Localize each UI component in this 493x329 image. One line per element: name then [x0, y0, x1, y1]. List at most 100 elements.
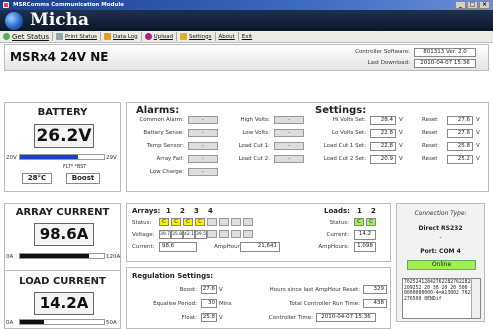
reset-label: Reset: [422, 143, 438, 149]
array-voltage-empty: [231, 230, 241, 238]
load-status-indicator: C: [366, 218, 376, 226]
setting-value: 28.4: [370, 116, 396, 125]
arrays-current-value: 98.6: [159, 242, 197, 252]
loads-current-value: 14.2: [354, 230, 376, 240]
battery-flags: FLT* *BST: [63, 165, 87, 170]
loads-amphours-value: 1,098: [354, 242, 376, 252]
setting-label: Lo Volts Set:: [332, 130, 366, 136]
maximize-button[interactable]: □: [467, 1, 478, 9]
array-status-empty: [219, 218, 229, 226]
last-download-label: Last Download:: [367, 60, 410, 66]
exit-button[interactable]: Exit: [242, 32, 252, 42]
alarm-label: Load Cut 1:: [238, 143, 270, 149]
array-current-panel: ARRAY CURRENT 98.6A 0A 120A: [4, 203, 121, 271]
total-run-value: 438: [363, 299, 387, 308]
reset-value: 27.6: [447, 129, 473, 138]
about-label: About: [218, 33, 235, 40]
setting-value: 20.9: [370, 155, 396, 164]
alarm-label: Array Fail:: [156, 156, 185, 162]
controller-software-value: 801313 Ver. 2.0: [414, 48, 476, 57]
float-unit: V: [219, 315, 223, 321]
reset-label: Reset: [422, 117, 438, 123]
load-current-value: 14.2A: [34, 292, 94, 315]
print-status-label: Print Status: [65, 33, 97, 40]
loads-title: Loads:: [324, 207, 350, 215]
load-bar-fill: [20, 320, 44, 324]
array-bar-min: 0A: [6, 254, 14, 260]
wrench-icon: [179, 33, 187, 40]
data-log-label: Data Log: [112, 33, 138, 40]
window-title: MSRComms Communication Module: [13, 2, 124, 8]
array-status-indicator: C: [195, 218, 205, 226]
alarm-label: Common Alarm:: [139, 117, 184, 123]
reset-label: Reset: [422, 130, 438, 136]
array-voltage: 42.1: [183, 230, 195, 239]
connection-type-label: Connection Type:: [414, 210, 467, 217]
array-voltage: 39.5: [195, 230, 207, 239]
controller-time-value: 2010-04-07 15:36: [316, 313, 376, 322]
arrays-status-label: Status:: [132, 220, 152, 226]
array-bar-fill: [20, 254, 89, 258]
setting-unit: V: [399, 143, 403, 149]
array-number: 1: [166, 207, 171, 215]
upload-label: Upload: [153, 33, 173, 40]
setting-unit: V: [399, 156, 403, 162]
load-current-panel: LOAD CURRENT 14.2A 0A 50A: [4, 270, 121, 329]
total-run-label: Total Controller Run Time:: [288, 301, 360, 307]
app-title: Micha: [30, 10, 90, 30]
equalise-value: 30: [201, 299, 217, 308]
load-number: 2: [371, 207, 376, 215]
reset-value: 27.6: [447, 116, 473, 125]
hours-reset-label: Hours since last AmpHour Reset:: [269, 287, 360, 293]
array-status-empty: [207, 218, 217, 226]
alarms-settings-panel: Alarms: Common Alarm: - Battery Sense: - Tem…: [126, 102, 489, 192]
load-current-title: LOAD CURRENT: [19, 276, 106, 287]
settings-title: Settings:: [315, 105, 367, 116]
alarm-label: Load Cut 2:: [238, 156, 270, 162]
connection-port: Port: COM 4: [420, 248, 461, 255]
alarm-indicator: -: [274, 116, 304, 124]
arrays-voltage-label: Voltage:: [132, 232, 155, 238]
controller-time-label: Controller Time:: [268, 315, 313, 321]
close-button[interactable]: ×: [479, 1, 490, 9]
regulation-panel: Regulation Settings: Boost: 27.6 V Equal…: [126, 267, 391, 329]
alarm-label: Battery Sense:: [143, 130, 184, 136]
array-number: 4: [208, 207, 213, 215]
array-voltage-empty: [219, 230, 229, 238]
connection-dash: -: [439, 234, 442, 241]
array-status-empty: [231, 218, 241, 226]
serial-log-scrollbar[interactable]: [471, 279, 480, 318]
setting-value: 22.8: [370, 129, 396, 138]
print-status-button[interactable]: Print Status: [56, 32, 97, 42]
connection-type-value: Direct RS232: [418, 225, 463, 232]
unit-banner: MSRx4 24V NE Controller Software: 801313…: [4, 44, 489, 71]
serial-log-textarea[interactable]: 7625241284276228276228258209252 20 30 20…: [402, 278, 481, 319]
settings-label: Settings: [188, 33, 212, 40]
upload-icon: [144, 33, 152, 40]
battery-mode: Boost: [66, 173, 100, 184]
connection-status-badge: Online: [407, 260, 476, 270]
array-status-indicator: C: [171, 218, 181, 226]
settings-button[interactable]: Settings: [179, 32, 212, 42]
array-voltage-empty: [243, 230, 253, 238]
about-button[interactable]: About: [219, 32, 235, 42]
toolbar-divider: [52, 32, 54, 41]
data-log-button[interactable]: Data Log: [103, 32, 138, 42]
arrays-current-label: Current:: [132, 244, 155, 250]
alarm-label: High Volts:: [240, 117, 271, 123]
alarm-indicator: -: [188, 142, 218, 150]
funnel-icon: [103, 33, 111, 40]
minimize-button[interactable]: _: [455, 1, 466, 9]
printer-icon: [56, 33, 64, 40]
battery-temperature: 28°C: [22, 173, 52, 184]
loads-amphours-label: AmpHours:: [318, 244, 349, 250]
get-status-button[interactable]: Get Status: [3, 32, 49, 42]
array-voltage: 39.7: [159, 230, 171, 239]
reset-label: Reset: [422, 156, 438, 162]
setting-label: Hi Volts Set:: [332, 117, 366, 123]
array-current-bar: [19, 253, 105, 259]
upload-button[interactable]: Upload: [144, 32, 173, 42]
alarm-indicator: -: [188, 129, 218, 137]
equalise-unit: Mins: [219, 301, 232, 307]
load-bar-min: 0A: [6, 320, 14, 326]
